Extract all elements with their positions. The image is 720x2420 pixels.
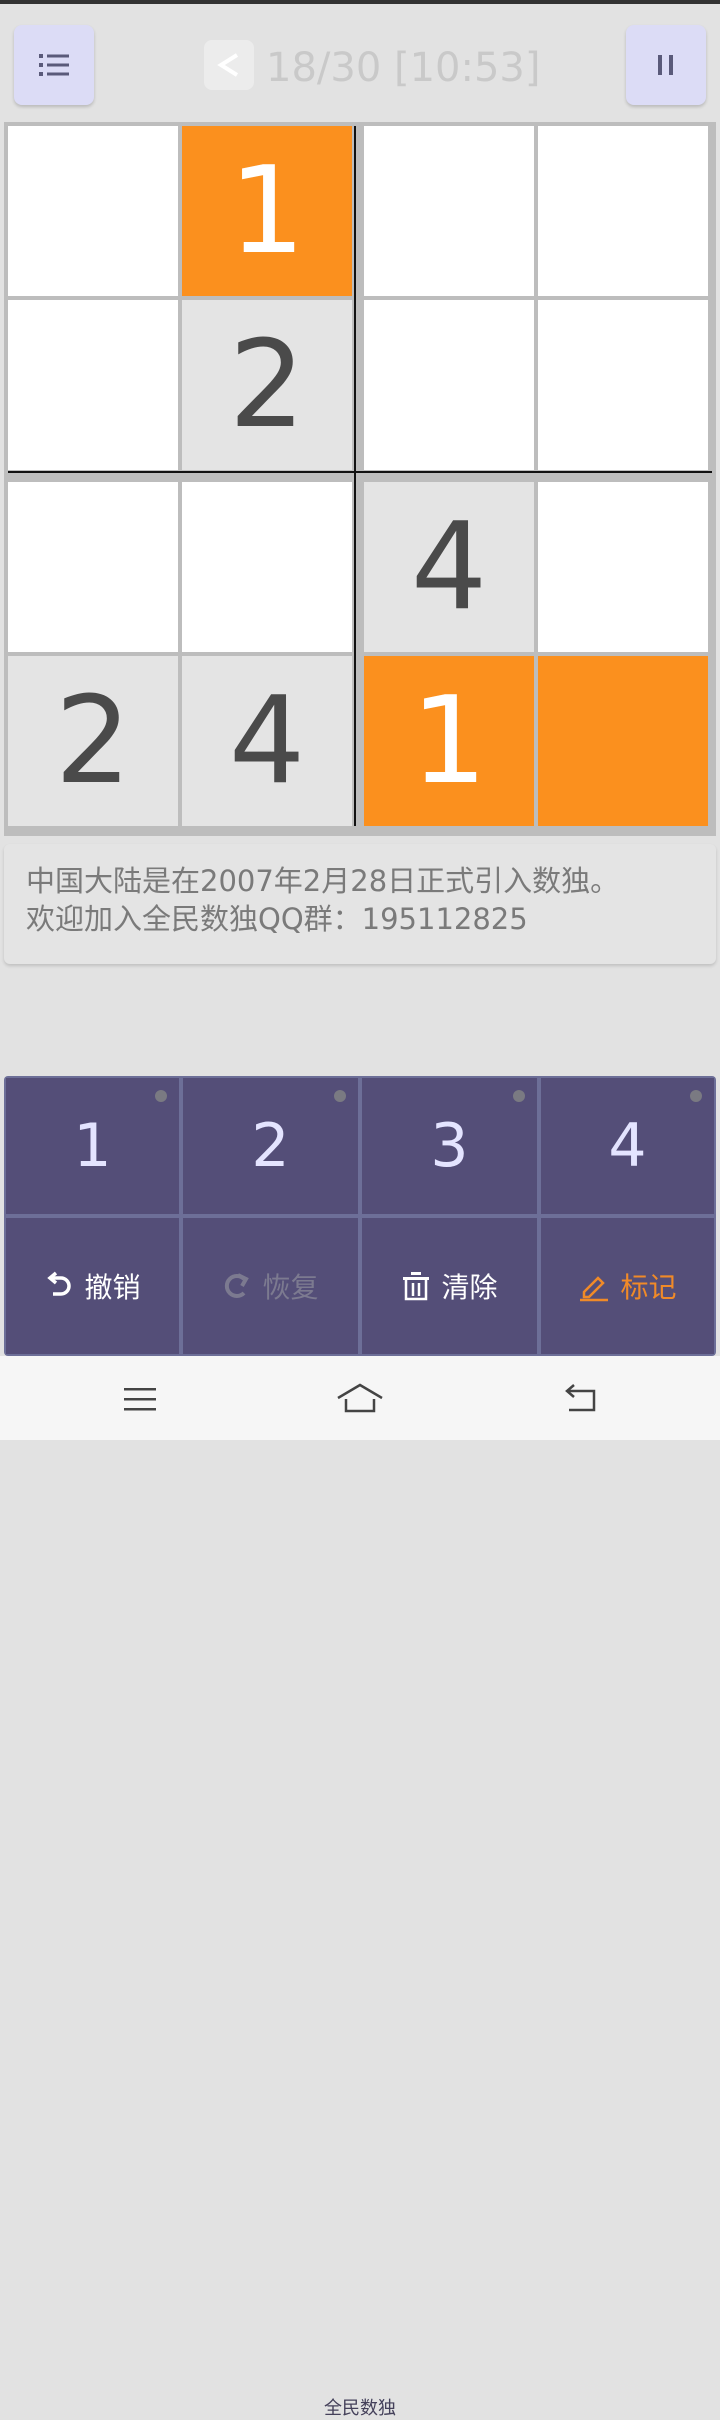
board-cell[interactable]: 4 <box>182 656 352 826</box>
redo-icon <box>222 1271 252 1301</box>
board-cell[interactable] <box>538 300 708 470</box>
puzzle-progress-timer: 18/30 [10:53] <box>266 45 541 91</box>
box-divider-horizontal <box>8 471 712 473</box>
redo-button[interactable]: 恢复 <box>183 1218 358 1354</box>
clear-button[interactable]: 清除 <box>362 1218 537 1354</box>
mark-label: 标记 <box>620 1271 677 1304</box>
redo-label: 恢复 <box>262 1271 319 1304</box>
info-line-1: 中国大陆是在2007年2月28日正式引入数独。 <box>26 864 620 898</box>
pause-button[interactable] <box>626 25 706 105</box>
number-key-label: 1 <box>73 1111 112 1181</box>
box-divider-vertical <box>354 126 356 826</box>
board-cell[interactable]: 2 <box>182 300 352 470</box>
number-key-4[interactable]: 4 <box>541 1078 714 1214</box>
board-cell[interactable] <box>364 126 534 296</box>
board-cell[interactable]: 1 <box>364 656 534 826</box>
board-cell[interactable]: 2 <box>8 656 178 826</box>
pause-icon <box>658 55 673 75</box>
mark-button[interactable]: 标记 <box>541 1218 714 1354</box>
list-icon <box>39 54 69 76</box>
board-cell[interactable] <box>538 656 708 826</box>
board-cell[interactable] <box>538 482 708 652</box>
system-navigation-bar <box>0 1356 720 1440</box>
undo-button[interactable]: 撤销 <box>6 1218 179 1354</box>
board-cell[interactable] <box>8 300 178 470</box>
board-cell[interactable] <box>538 126 708 296</box>
info-panel: 中国大陆是在2007年2月28日正式引入数独。 欢迎加入全民数独QQ群：1951… <box>4 844 716 964</box>
board-cell[interactable] <box>364 300 534 470</box>
chevron-left-icon <box>217 53 239 77</box>
pencil-icon <box>578 1270 610 1302</box>
nav-menu-button[interactable] <box>110 1374 170 1424</box>
info-line-2: 欢迎加入全民数独QQ群：195112825 <box>26 902 528 936</box>
keypad: 1 2 3 4 撤销 恢复 清除 标记 全民数独 <box>4 1076 716 2419</box>
home-icon <box>337 1383 383 1413</box>
key-indicator-dot <box>155 1090 167 1102</box>
board-cell[interactable]: 4 <box>364 482 534 652</box>
board-cell[interactable] <box>8 126 178 296</box>
back-icon <box>565 1384 596 1412</box>
board-cell[interactable] <box>182 482 352 652</box>
previous-puzzle-button[interactable] <box>204 40 254 90</box>
menu-icon <box>124 1388 156 1411</box>
number-key-label: 3 <box>430 1111 469 1181</box>
number-key-3[interactable]: 3 <box>362 1078 537 1214</box>
key-indicator-dot <box>334 1090 346 1102</box>
undo-icon <box>44 1271 74 1301</box>
clear-label: 清除 <box>441 1271 498 1304</box>
key-indicator-dot <box>513 1090 525 1102</box>
trash-icon <box>401 1271 431 1301</box>
board-cell[interactable] <box>8 482 178 652</box>
sudoku-board: 124241 <box>4 122 716 836</box>
app-watermark: 全民数独 <box>324 2398 396 2419</box>
key-indicator-dot <box>690 1090 702 1102</box>
number-key-label: 4 <box>608 1111 647 1181</box>
nav-home-button[interactable] <box>330 1374 390 1424</box>
undo-label: 撤销 <box>84 1271 141 1304</box>
header: 18/30 [10:53] <box>0 4 720 120</box>
board-cell[interactable]: 1 <box>182 126 352 296</box>
number-key-2[interactable]: 2 <box>183 1078 358 1214</box>
number-key-1[interactable]: 1 <box>6 1078 179 1214</box>
menu-button[interactable] <box>14 25 94 105</box>
nav-back-button[interactable] <box>550 1374 610 1424</box>
number-key-label: 2 <box>251 1111 290 1181</box>
